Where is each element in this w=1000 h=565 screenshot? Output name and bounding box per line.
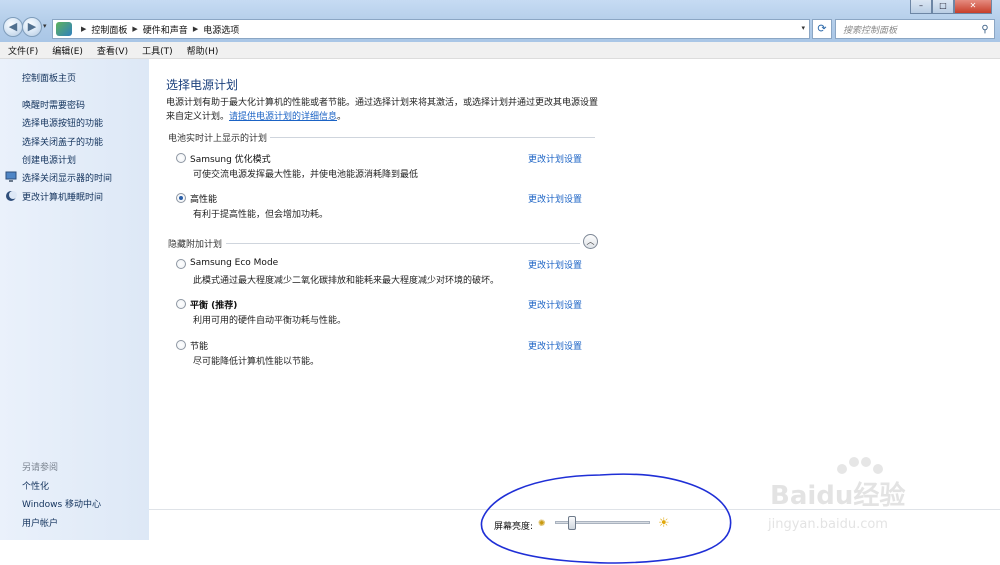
minimize-icon[interactable]: –	[910, 0, 932, 14]
window-controls: – □ ✕	[910, 0, 992, 14]
page-title: 选择电源计划	[166, 78, 239, 92]
menu-view[interactable]: 查看(V)	[97, 44, 128, 57]
plan-name[interactable]: Samsung 优化模式	[190, 152, 271, 165]
plan-description: 可使交流电源发挥最大性能，并使电池能源消耗降到最低	[193, 170, 419, 180]
search-icon[interactable]: ⚲	[976, 24, 994, 35]
search-box[interactable]: 搜索控制面板 ⚲	[835, 19, 995, 39]
brightness-label: 屏幕亮度:	[494, 522, 534, 532]
maximize-icon[interactable]: □	[932, 0, 954, 14]
page-description: 电源计划有助于最大化计算机的性能或者节能。通过选择计划来将其激活，或选择计划并通…	[166, 98, 599, 122]
breadcrumb-separator-icon[interactable]: ▶	[193, 25, 198, 33]
change-plan-settings-link[interactable]: 更改计划设置	[528, 298, 582, 311]
change-plan-settings-link[interactable]: 更改计划设置	[528, 152, 582, 165]
see-also-heading: 另请参阅	[22, 463, 59, 473]
breadcrumb-hardware-sound[interactable]: 硬件和声音	[143, 23, 188, 36]
sidebar-item-power-button[interactable]: 选择电源按钮的功能	[22, 116, 103, 129]
search-input[interactable]: 搜索控制面板	[843, 23, 976, 36]
plan-description: 利用可用的硬件自动平衡功耗与性能。	[193, 316, 347, 326]
watermark-logo: Baidu经验	[770, 481, 906, 511]
plan-description: 此模式通过最大程度减少二氧化碳排放和能耗来最大程度减少对环境的破坏。	[193, 276, 500, 286]
plan-radio-selected[interactable]	[176, 193, 186, 203]
sidebar-item-wake-password[interactable]: 唤醒时需要密码	[22, 98, 85, 111]
brightness-low-sun-icon: ✺	[538, 519, 546, 529]
baidu-watermark: Baidu经验 jingyan.baidu.com	[766, 455, 996, 545]
change-plan-settings-link[interactable]: 更改计划设置	[528, 192, 582, 205]
watermark-url: jingyan.baidu.com	[768, 517, 888, 532]
back-arrow-icon[interactable]: ◀	[3, 17, 23, 37]
menu-help[interactable]: 帮助(H)	[187, 44, 219, 57]
plan-radio[interactable]	[176, 340, 186, 350]
sleep-moon-icon	[6, 191, 17, 201]
change-plan-settings-link[interactable]: 更改计划设置	[528, 258, 582, 271]
divider	[270, 137, 595, 138]
see-also-user-accounts[interactable]: 用户帐户	[22, 516, 58, 529]
sidebar-item-create-plan[interactable]: 创建电源计划	[22, 153, 76, 166]
collapse-chevron-up-icon[interactable]: ︿	[583, 234, 598, 249]
see-also-personalize[interactable]: 个性化	[22, 479, 49, 492]
plan-name[interactable]: 高性能	[190, 192, 217, 205]
address-dropdown-icon[interactable]: ▾	[801, 24, 805, 32]
plan-name[interactable]: 平衡 (推荐)	[190, 298, 237, 311]
menu-bar: 文件(F) 编辑(E) 查看(V) 工具(T) 帮助(H)	[0, 42, 1000, 59]
hidden-plans-header[interactable]: 隐藏附加计划	[168, 237, 222, 250]
menu-file[interactable]: 文件(F)	[8, 44, 38, 57]
breadcrumb-separator-icon[interactable]: ▶	[132, 25, 137, 33]
plan-name[interactable]: 节能	[190, 339, 208, 352]
plan-details-link[interactable]: 请提供电源计划的详细信息	[229, 112, 337, 122]
nav-buttons: ◀ ▶	[3, 17, 43, 39]
sidebar-item-display-off[interactable]: 选择关闭显示器的时间	[22, 171, 112, 184]
forward-arrow-icon[interactable]: ▶	[22, 17, 42, 37]
title-bar: – □ ✕ ◀ ▶ ▾ ▶ 控制面板 ▶ 硬件和声音 ▶ 电源选项 ▾ ⟳ 搜索…	[0, 0, 1000, 42]
divider	[226, 243, 580, 244]
address-bar[interactable]: ▶ 控制面板 ▶ 硬件和声音 ▶ 电源选项 ▾	[52, 19, 810, 39]
sidebar-item-sleep-time[interactable]: 更改计算机睡眠时间	[22, 190, 103, 203]
breadcrumb: ▶ 控制面板 ▶ 硬件和声音 ▶ 电源选项	[76, 23, 239, 36]
plan-radio[interactable]	[176, 299, 186, 309]
sidebar-home[interactable]: 控制面板主页	[22, 71, 76, 84]
control-panel-icon	[56, 22, 72, 36]
menu-edit[interactable]: 编辑(E)	[52, 44, 83, 57]
refresh-icon[interactable]: ⟳	[812, 19, 832, 39]
sidebar-item-lid-close[interactable]: 选择关闭盖子的功能	[22, 135, 103, 148]
menu-tools[interactable]: 工具(T)	[142, 44, 173, 57]
breadcrumb-separator-icon[interactable]: ▶	[81, 25, 86, 33]
display-monitor-icon	[5, 171, 17, 182]
brightness-high-sun-icon: ☀	[658, 516, 670, 531]
recent-pages-chevron-icon[interactable]: ▾	[43, 22, 47, 30]
plan-description: 尽可能降低计算机性能以节能。	[193, 357, 320, 367]
plan-radio[interactable]	[176, 153, 186, 163]
brightness-slider-thumb[interactable]	[568, 516, 577, 530]
plan-description: 有利于提高性能，但会增加功耗。	[193, 210, 329, 220]
change-plan-settings-link[interactable]: 更改计划设置	[528, 339, 582, 352]
breadcrumb-control-panel[interactable]: 控制面板	[91, 23, 127, 36]
battery-plans-header: 电池实时计上显示的计划	[168, 134, 268, 144]
see-also-mobility-center[interactable]: Windows 移动中心	[22, 497, 101, 510]
plan-name[interactable]: Samsung Eco Mode	[190, 258, 278, 268]
plan-radio[interactable]	[176, 259, 186, 269]
breadcrumb-power-options[interactable]: 电源选项	[203, 23, 239, 36]
close-icon[interactable]: ✕	[954, 0, 992, 14]
